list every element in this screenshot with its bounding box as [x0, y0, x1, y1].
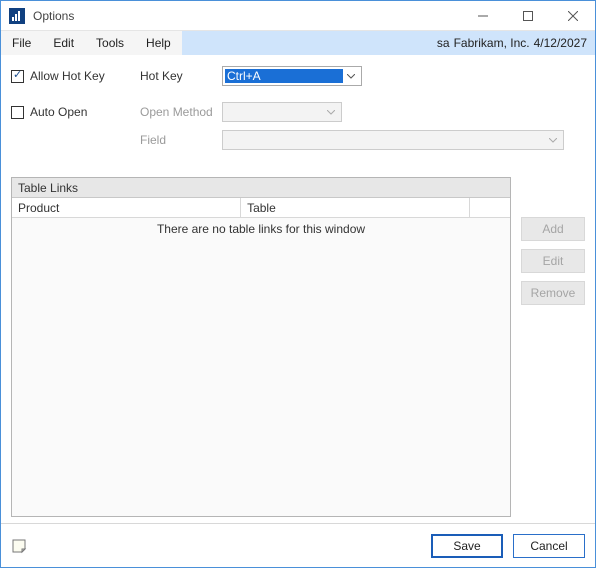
- table-links-body: There are no table links for this window: [12, 218, 510, 516]
- maximize-button[interactable]: [505, 1, 550, 31]
- save-button[interactable]: Save: [431, 534, 503, 558]
- open-method-label: Open Method: [140, 105, 222, 119]
- context-info: sa Fabrikam, Inc. 4/12/2027: [182, 31, 595, 55]
- field-dropdown[interactable]: [222, 130, 564, 150]
- menu-file[interactable]: File: [1, 31, 42, 55]
- remove-button[interactable]: Remove: [521, 281, 585, 305]
- chevron-down-icon: [545, 131, 561, 149]
- table-links-empty: There are no table links for this window: [12, 218, 510, 236]
- app-icon: [9, 8, 25, 24]
- allow-hot-key-checkbox[interactable]: [11, 70, 24, 83]
- chevron-down-icon: [343, 67, 359, 85]
- auto-open-checkbox[interactable]: [11, 106, 24, 119]
- close-button[interactable]: [550, 1, 595, 31]
- options-window: Options File Edit Tools Help sa Fabrikam…: [0, 0, 596, 568]
- menu-tools[interactable]: Tools: [85, 31, 135, 55]
- context-date: 4/12/2027: [534, 36, 587, 50]
- window-title: Options: [33, 9, 74, 23]
- open-method-dropdown[interactable]: [222, 102, 342, 122]
- note-icon[interactable]: [11, 537, 29, 555]
- context-user: sa: [437, 36, 450, 50]
- field-label: Field: [140, 133, 222, 147]
- table-links-panel: Table Links Product Table There are no t…: [11, 177, 511, 517]
- hot-key-value: Ctrl+A: [225, 69, 343, 83]
- hot-key-label: Hot Key: [140, 69, 222, 83]
- menu-edit[interactable]: Edit: [42, 31, 85, 55]
- table-links-header: Product Table: [12, 198, 510, 218]
- titlebar: Options: [1, 1, 595, 31]
- minimize-button[interactable]: [460, 1, 505, 31]
- menubar: File Edit Tools Help sa Fabrikam, Inc. 4…: [1, 31, 595, 55]
- menu-help[interactable]: Help: [135, 31, 182, 55]
- chevron-down-icon: [323, 103, 339, 121]
- add-button[interactable]: Add: [521, 217, 585, 241]
- column-product[interactable]: Product: [12, 198, 241, 217]
- context-company: Fabrikam, Inc.: [454, 36, 530, 50]
- allow-hot-key-label: Allow Hot Key: [30, 69, 140, 83]
- cancel-button[interactable]: Cancel: [513, 534, 585, 558]
- table-links-title: Table Links: [12, 178, 510, 198]
- edit-button[interactable]: Edit: [521, 249, 585, 273]
- column-table[interactable]: Table: [241, 198, 470, 217]
- hot-key-dropdown[interactable]: Ctrl+A: [222, 66, 362, 86]
- footer: Save Cancel: [1, 523, 595, 567]
- auto-open-label: Auto Open: [30, 105, 140, 119]
- column-spacer: [470, 198, 510, 217]
